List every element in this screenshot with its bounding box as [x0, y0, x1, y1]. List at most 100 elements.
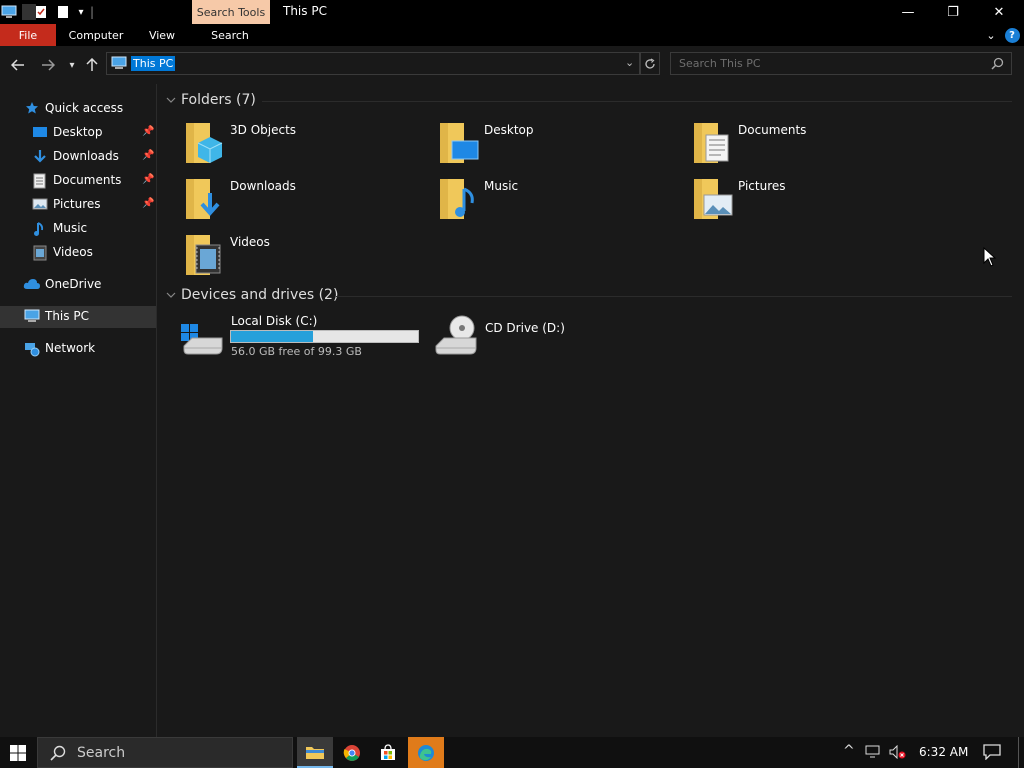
- help-icon-glyph: ?: [1004, 27, 1020, 43]
- taskbar: Search ^ 6:32 AM: [0, 737, 1024, 768]
- title-bar: ▾ | Search Tools This PC — ❐ ✕: [0, 0, 1024, 24]
- recent-locations-chevron-icon[interactable]: ▾: [62, 55, 82, 75]
- help-icon[interactable]: ?: [1004, 24, 1020, 46]
- sidebar-item-label: Videos: [53, 245, 93, 259]
- videos-folder-icon: [186, 235, 221, 275]
- chrome-taskbar-button[interactable]: [334, 737, 370, 768]
- expand-ribbon-chevron-icon[interactable]: ⌄: [983, 24, 999, 46]
- folder-tile-pictures[interactable]: Pictures: [692, 177, 912, 229]
- network-icon: [24, 341, 40, 357]
- volume-muted-icon[interactable]: [889, 744, 907, 762]
- sidebar-item-label: Music: [53, 221, 88, 235]
- downloads-folder-icon: [186, 179, 220, 219]
- section-divider: [336, 296, 1012, 297]
- folder-tile-documents[interactable]: Documents: [692, 121, 912, 173]
- folder-icon: [306, 746, 324, 759]
- taskbar-search-input[interactable]: Search: [77, 745, 125, 761]
- search-box[interactable]: Search This PC: [670, 52, 1012, 75]
- pin-icon[interactable]: 📌: [142, 198, 154, 209]
- taskbar-search-box[interactable]: Search: [37, 737, 293, 768]
- new-folder-icon[interactable]: [56, 4, 70, 20]
- action-center-icon[interactable]: [983, 744, 1001, 763]
- search-icon[interactable]: [991, 57, 1004, 73]
- folder-label: Music: [484, 179, 519, 193]
- customize-toolbar-chevron-icon[interactable]: ▾: [75, 4, 87, 20]
- file-explorer-taskbar-button[interactable]: [297, 737, 333, 768]
- computer-icon: [111, 56, 127, 73]
- minimize-button[interactable]: —: [885, 0, 931, 24]
- sidebar-item-pictures[interactable]: Pictures 📌: [0, 194, 156, 216]
- sidebar-item-downloads[interactable]: Downloads 📌: [0, 146, 156, 168]
- collapse-chevron-icon[interactable]: [165, 94, 177, 106]
- picture-icon: [32, 197, 48, 213]
- properties-icon[interactable]: [34, 4, 48, 20]
- sidebar-item-this-pc[interactable]: This PC: [0, 306, 156, 328]
- window-title: This PC: [283, 4, 327, 18]
- drive-usage-bar: [230, 330, 419, 343]
- folders-section-header[interactable]: Folders (7): [165, 92, 256, 108]
- folder-label: Videos: [230, 235, 270, 249]
- sidebar-item-music[interactable]: Music: [0, 218, 156, 240]
- sidebar-item-label: OneDrive: [45, 277, 102, 291]
- tab-file[interactable]: File: [0, 24, 56, 46]
- drive-tile-cd-drive-d[interactable]: CD Drive (D:): [432, 312, 632, 362]
- computer-icon[interactable]: [0, 4, 18, 20]
- network-status-icon[interactable]: [865, 745, 881, 762]
- forward-arrow-icon[interactable]: [38, 55, 58, 75]
- tab-search[interactable]: Search: [206, 24, 254, 46]
- folder-tile-3d-objects[interactable]: 3D Objects: [184, 121, 404, 173]
- folder-tile-music[interactable]: Music: [438, 177, 658, 229]
- navigation-pane: Quick access Desktop 📌 Downloads 📌 Docum…: [0, 84, 157, 737]
- search-input[interactable]: Search This PC: [679, 57, 761, 70]
- folder-tile-desktop[interactable]: Desktop: [438, 121, 658, 173]
- folder-label: Documents: [738, 123, 807, 137]
- show-hidden-icons-chevron-icon[interactable]: ^: [843, 743, 855, 759]
- refresh-button[interactable]: [640, 52, 660, 75]
- up-arrow-icon[interactable]: [82, 55, 102, 75]
- folder-tile-videos[interactable]: Videos: [184, 233, 404, 285]
- sidebar-item-videos[interactable]: Videos: [0, 242, 156, 264]
- pictures-folder-icon: [694, 179, 733, 219]
- sidebar-item-quick-access[interactable]: Quick access: [0, 98, 156, 120]
- restore-button[interactable]: ❐: [930, 0, 976, 24]
- pin-icon[interactable]: 📌: [142, 126, 154, 137]
- sidebar-item-label: Documents: [53, 173, 122, 187]
- folder-tile-downloads[interactable]: Downloads: [184, 177, 404, 229]
- address-bar[interactable]: This PC ⌄: [106, 52, 640, 75]
- start-button[interactable]: [0, 737, 36, 768]
- show-desktop-button[interactable]: [1018, 737, 1024, 768]
- close-button[interactable]: ✕: [976, 0, 1022, 24]
- pin-icon[interactable]: 📌: [142, 150, 154, 161]
- sidebar-item-onedrive[interactable]: OneDrive: [0, 274, 156, 296]
- tab-computer[interactable]: Computer: [62, 24, 130, 46]
- taskbar-clock[interactable]: 6:32 AM: [919, 745, 968, 759]
- devices-section-header[interactable]: Devices and drives (2): [165, 287, 338, 303]
- cd-drive-icon: [435, 315, 477, 355]
- document-icon: [33, 173, 49, 189]
- desktop-folder-icon: [440, 123, 479, 163]
- search-icon: [50, 745, 66, 761]
- edge-taskbar-button[interactable]: [408, 737, 444, 768]
- address-text[interactable]: This PC: [131, 56, 176, 71]
- mouse-cursor-icon: [983, 247, 997, 267]
- address-dropdown-chevron-icon[interactable]: ⌄: [625, 56, 634, 69]
- music-folder-icon: [440, 179, 474, 219]
- pin-icon[interactable]: 📌: [142, 174, 154, 185]
- sidebar-item-documents[interactable]: Documents 📌: [0, 170, 156, 192]
- tab-view[interactable]: View: [142, 24, 182, 46]
- folder-label: Pictures: [738, 179, 786, 193]
- sidebar-item-label: This PC: [45, 309, 89, 323]
- sidebar-item-network[interactable]: Network: [0, 338, 156, 360]
- search-tools-context-tab[interactable]: Search Tools: [192, 0, 270, 24]
- sidebar-item-desktop[interactable]: Desktop 📌: [0, 122, 156, 144]
- computer-icon: [24, 309, 40, 325]
- back-arrow-icon[interactable]: [8, 55, 28, 75]
- collapse-chevron-icon[interactable]: [165, 289, 177, 301]
- local-disk-drive-icon: [181, 324, 223, 355]
- sidebar-item-label: Pictures: [53, 197, 101, 211]
- sidebar-item-label: Desktop: [53, 125, 103, 139]
- drive-name: Local Disk (C:): [231, 314, 318, 328]
- sidebar-item-label: Downloads: [53, 149, 119, 163]
- store-taskbar-button[interactable]: [370, 737, 406, 768]
- drive-name: CD Drive (D:): [485, 321, 565, 335]
